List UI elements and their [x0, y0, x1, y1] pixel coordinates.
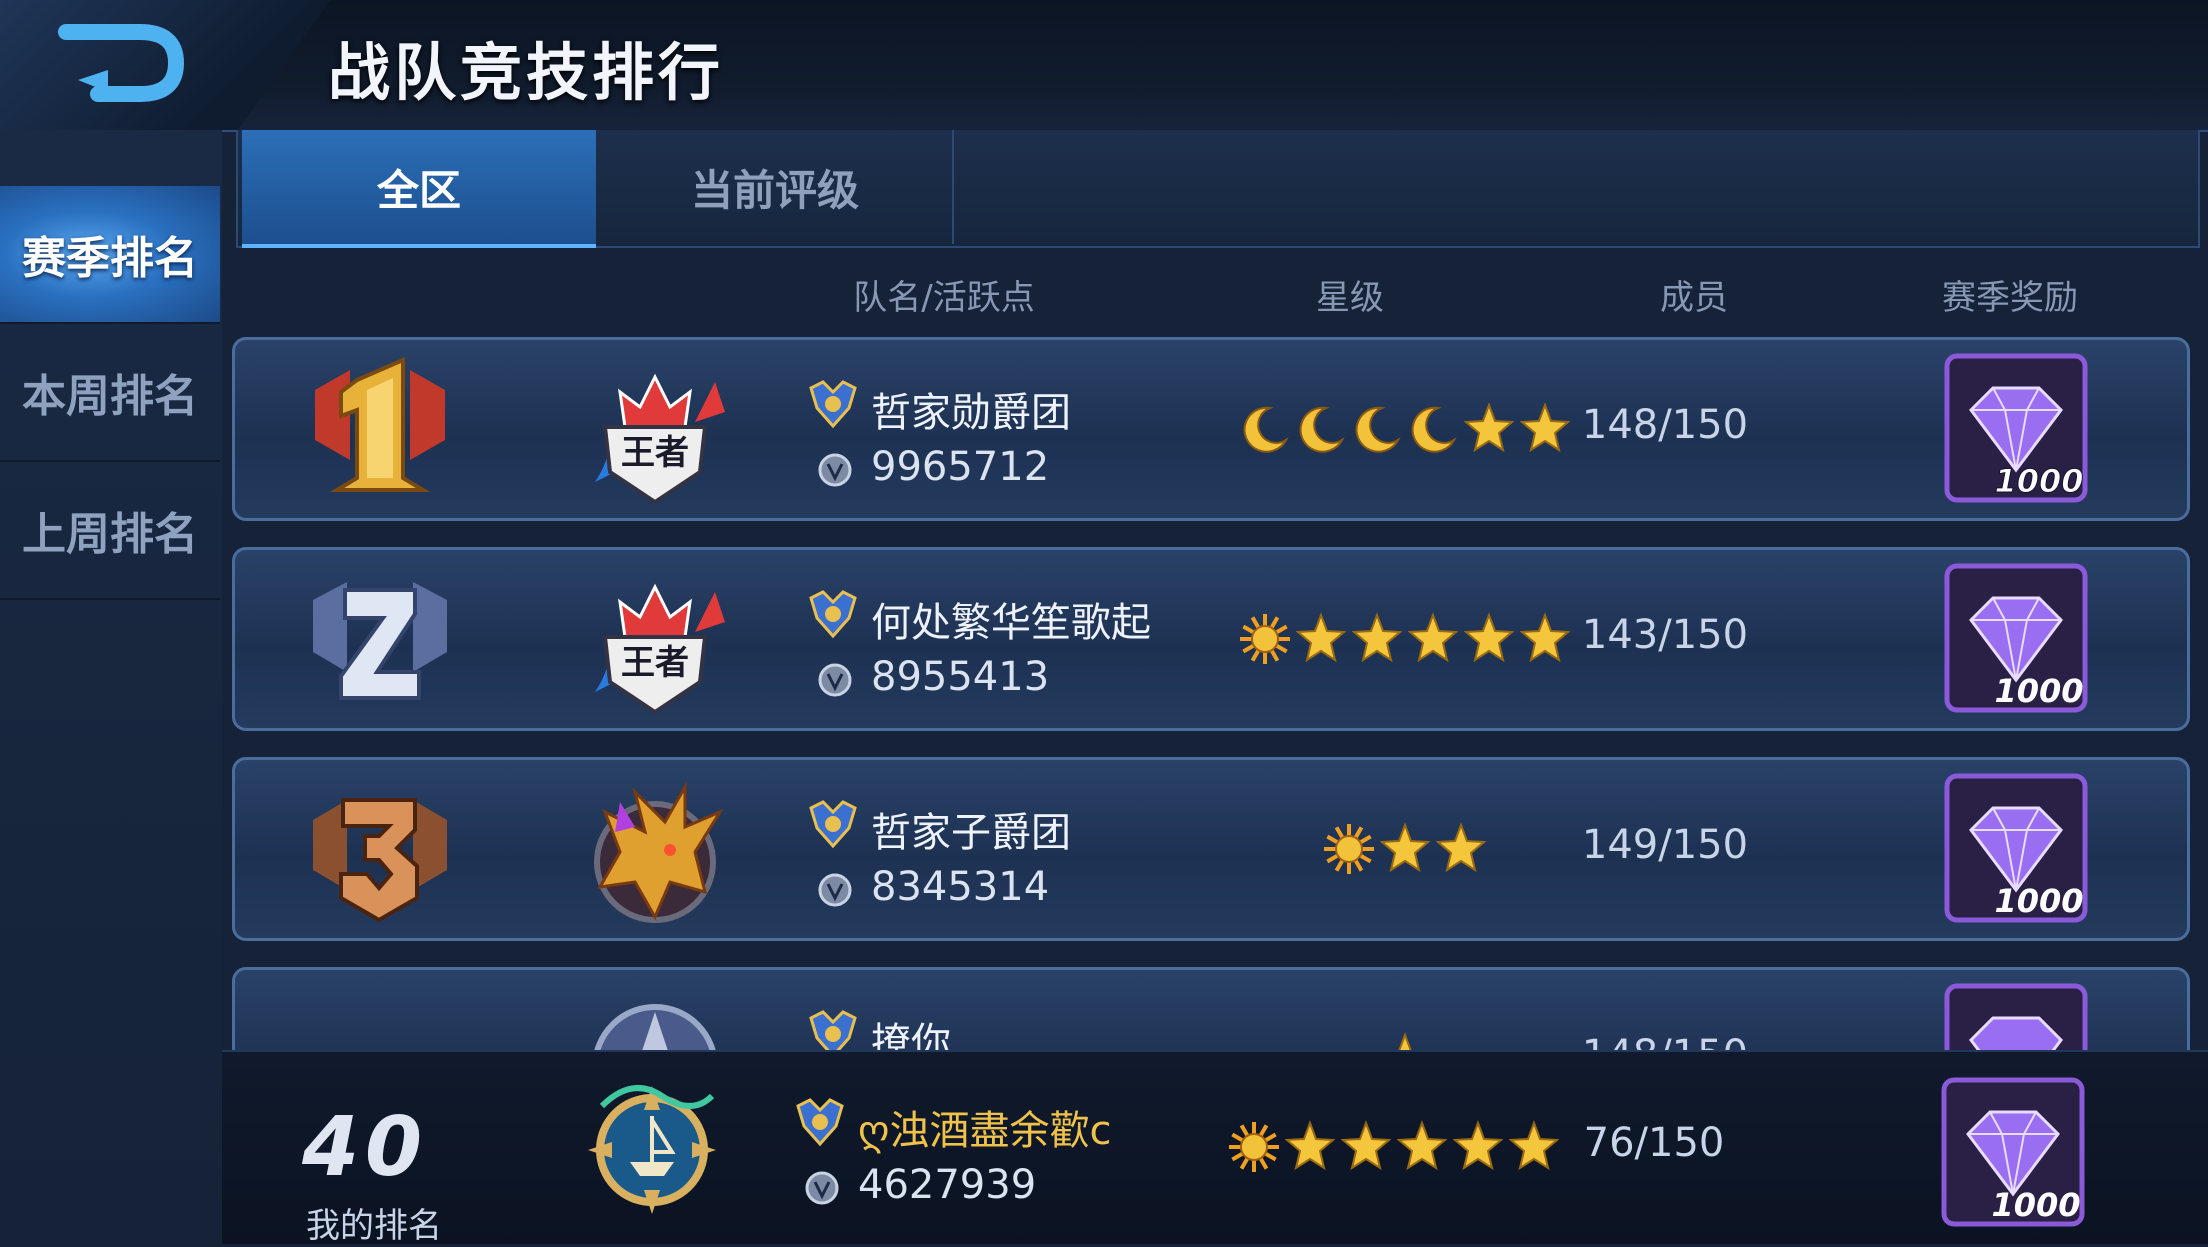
tab-label: 全区	[376, 165, 461, 215]
rank-1-badge-icon	[315, 356, 445, 492]
reward-amount: 1000	[1991, 1186, 2080, 1224]
column-header-team: 队名/活跃点	[853, 278, 1035, 318]
star-icon	[1380, 822, 1430, 873]
team-name: 何处繁华笙歌起	[871, 600, 1151, 646]
star-icon	[1285, 1120, 1335, 1171]
sidebar-item-label: 本周排名	[22, 371, 198, 422]
team-emblem-icon	[796, 1098, 844, 1147]
svg-text:王者: 王者	[621, 643, 689, 683]
sidebar-item-label: 上周排名	[22, 509, 198, 560]
rank-3-badge-icon	[313, 798, 447, 923]
activity-points: 9965712	[871, 444, 1050, 490]
activity-points: 8345314	[871, 864, 1050, 910]
tab-bar: 全区 当前评级	[236, 130, 2200, 248]
diamond-reward-icon[interactable]: 1000	[1943, 772, 2089, 924]
activity-points-icon	[805, 1171, 839, 1205]
sidebar: 赛季排名 本周排名 上周排名	[0, 130, 222, 1242]
my-rank-label: 我的排名	[306, 1206, 442, 1246]
team-logo-icon	[588, 1085, 716, 1214]
star-icon	[1436, 822, 1486, 873]
star-icon	[1464, 612, 1514, 663]
tier-badge-icon	[594, 1004, 716, 1050]
diamond-reward-icon[interactable]: 1000	[1943, 562, 2089, 714]
sidebar-item-last-week-rank[interactable]: 上周排名	[0, 462, 220, 600]
moon-icon	[1299, 406, 1345, 453]
back-arrow-icon	[58, 24, 185, 102]
sun-icon	[1324, 824, 1374, 874]
activity-points-icon	[818, 873, 852, 907]
star-icon	[1341, 1120, 1391, 1171]
moon-icon	[1411, 406, 1457, 453]
member-count: 143/150	[1581, 612, 1749, 658]
diamond-reward-icon[interactable]: 1000	[1943, 352, 2089, 504]
diamond-reward-icon[interactable]: 1000	[1940, 1076, 2086, 1228]
ranking-row[interactable]: 王者 何处繁华笙歌起 8955413 143/150 1000	[232, 547, 2190, 731]
activity-points-icon	[818, 453, 852, 487]
team-emblem-icon	[809, 1010, 857, 1050]
my-rank-number: 40	[302, 1100, 429, 1195]
star-icon	[1520, 402, 1570, 453]
header-bar: 战队竞技排行	[0, 0, 2208, 132]
star-icon	[1397, 1120, 1447, 1171]
activity-points-icon	[818, 663, 852, 697]
tab-label: 当前评级	[690, 165, 859, 215]
sun-icon	[1229, 1122, 1279, 1172]
star-icon	[1398, 1032, 1412, 1050]
sidebar-item-season-rank[interactable]: 赛季排名	[0, 186, 220, 324]
ranking-row[interactable]: 哲家子爵团 8345314 149/150 1000	[232, 757, 2190, 941]
column-header-stars: 星级	[1316, 278, 1384, 318]
tab-current-rating[interactable]: 当前评级	[598, 130, 954, 244]
reward-amount: 1000	[1994, 882, 2083, 920]
king-tier-badge-icon: 王者	[595, 373, 725, 505]
star-icon	[1509, 1120, 1559, 1171]
sun-icon	[1240, 614, 1290, 664]
team-emblem-icon	[809, 800, 857, 849]
sidebar-item-week-rank[interactable]: 本周排名	[0, 324, 220, 462]
activity-points: 8955413	[871, 654, 1050, 700]
my-team-name: ღ浊酒盡余歡c	[858, 1108, 1112, 1154]
member-count: 148/150	[1565, 1032, 1765, 1050]
svg-text:王者: 王者	[621, 433, 689, 473]
tab-all-regions[interactable]: 全区	[242, 130, 596, 248]
column-header-members: 成员	[1660, 278, 1728, 318]
moon-icon	[1243, 406, 1289, 453]
column-header-reward: 赛季奖励	[1942, 278, 2078, 318]
star-icon	[1520, 612, 1570, 663]
page-title: 战队竞技排行	[328, 36, 725, 109]
rank-4-badge-icon	[295, 980, 465, 1050]
member-count: 148/150	[1581, 402, 1749, 448]
star-icon	[1453, 1120, 1503, 1171]
sidebar-item-label: 赛季排名	[22, 233, 198, 284]
star-icon	[1408, 612, 1458, 663]
star-icon	[1464, 402, 1514, 453]
diamond-reward-icon[interactable]: 1000	[1943, 982, 2089, 1050]
ranking-row[interactable]: 王者 哲家勋爵团 9965712 148/150 1000	[232, 337, 2190, 521]
reward-amount: 1000	[1994, 672, 2083, 710]
king-tier-badge-icon: 王者	[595, 583, 725, 715]
rank-2-badge-icon	[313, 582, 447, 700]
star-icon	[1296, 612, 1346, 663]
team-name: 哲家勋爵团	[871, 390, 1071, 436]
team-emblem-icon	[809, 590, 857, 639]
my-member-count: 76/150	[1583, 1120, 1725, 1166]
reward-amount: 1000	[1994, 462, 2083, 500]
team-name: 哲家子爵团	[871, 810, 1071, 856]
legend-tier-badge-icon	[594, 781, 724, 923]
team-emblem-icon	[809, 380, 857, 429]
member-count: 149/150	[1581, 822, 1749, 868]
moon-icon	[1355, 406, 1401, 453]
ranking-row[interactable]: 撩你 148/150 1000	[232, 967, 2190, 1050]
star-icon	[1352, 612, 1402, 663]
my-activity-points: 4627939	[858, 1162, 1037, 1208]
my-rank-bar[interactable]: 40 我的排名 ღ浊酒盡余歡c 4627939 76/150 1000	[222, 1050, 2208, 1246]
ranking-list[interactable]: 王者 哲家勋爵团 9965712 148/150 1000 王者 何处繁华笙歌起…	[230, 335, 2195, 1050]
back-button[interactable]	[0, 0, 330, 130]
team-name: 撩你	[871, 1020, 951, 1050]
